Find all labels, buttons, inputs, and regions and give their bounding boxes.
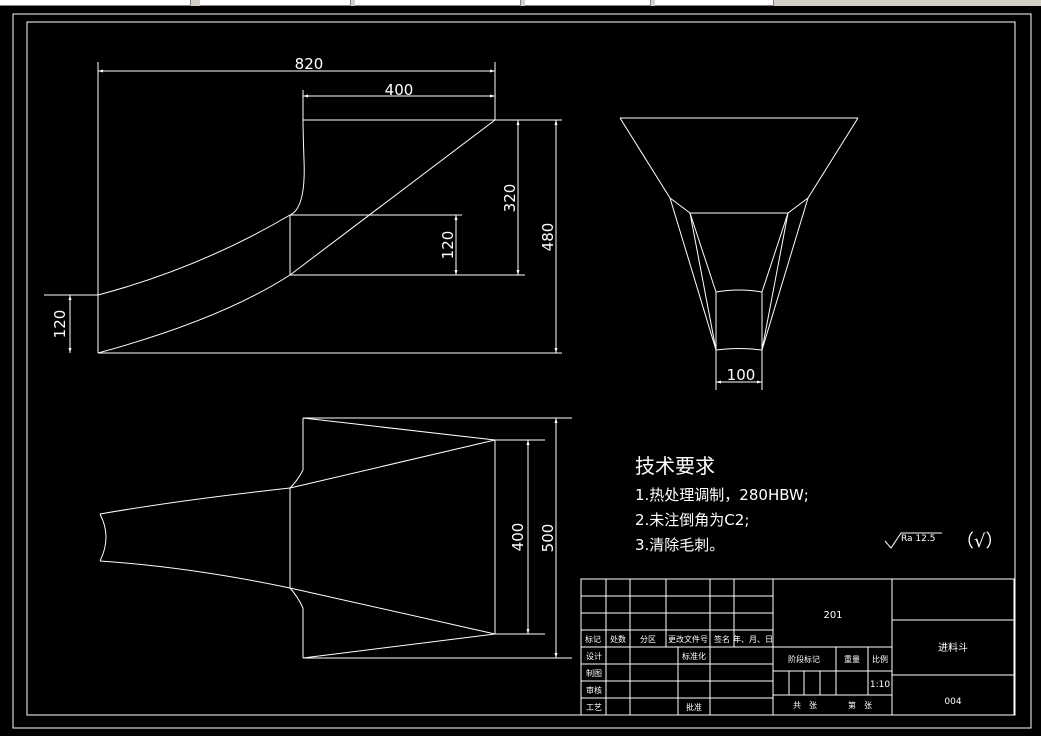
header-cell: 年、月、日 xyxy=(733,634,773,644)
stage-label: 阶段标记 xyxy=(788,654,820,664)
part-name: 进料斗 xyxy=(938,641,968,654)
row-label: 设计 xyxy=(586,651,602,661)
row-label: 审核 xyxy=(586,685,602,695)
drawing-canvas[interactable]: 820 400 320 480 120 120 100 400 500 技术要求… xyxy=(0,6,1041,732)
roughness-other: （√） xyxy=(956,531,1003,552)
dim-120-neck: 120 xyxy=(439,231,457,260)
sheets-total: 共 张 xyxy=(793,701,817,710)
outer-frame xyxy=(12,13,1032,729)
dim-820: 820 xyxy=(295,55,324,73)
dim-400-bottom: 400 xyxy=(509,523,527,552)
part-code: 004 xyxy=(944,697,961,707)
header-cell: 标记 xyxy=(585,634,601,644)
header-cell: 处数 xyxy=(610,634,626,644)
header-cell: 更改文件号 xyxy=(668,634,708,644)
header-cell: 分区 xyxy=(640,635,656,644)
tech-requirements-title: 技术要求 xyxy=(635,454,715,478)
scale-label: 比例 xyxy=(872,654,888,664)
weight-label: 重量 xyxy=(844,654,860,664)
row-label: 工艺 xyxy=(586,703,602,712)
standardization-label: 标准化 xyxy=(682,651,706,661)
roughness-value: Ra 12.5 xyxy=(901,534,935,544)
dim-480: 480 xyxy=(539,223,557,252)
drawing-number: 201 xyxy=(823,610,842,621)
row-label: 制图 xyxy=(586,668,602,678)
tech-requirement-item: 2.未注倒角为C2; xyxy=(635,511,749,529)
sheet-number: 第 张 xyxy=(848,700,872,710)
dim-120-left: 120 xyxy=(51,310,69,339)
front-view xyxy=(97,119,562,354)
front-view-dimension-lines xyxy=(44,62,558,353)
cad-drawing: 820 400 320 480 120 120 100 400 500 技术要求… xyxy=(12,13,1032,729)
dim-500: 500 xyxy=(539,524,557,553)
scale-value: 1:10 xyxy=(870,680,890,690)
dim-320: 320 xyxy=(501,184,519,213)
side-view xyxy=(619,117,859,390)
header-cell: 签名 xyxy=(714,634,730,644)
approve-label: 批准 xyxy=(686,702,702,712)
tech-requirement-item: 3.清除毛刺。 xyxy=(635,536,724,554)
dim-100: 100 xyxy=(727,366,756,384)
top-view xyxy=(99,417,572,659)
inner-frame xyxy=(26,21,1016,716)
dim-400-top: 400 xyxy=(385,81,414,99)
tech-requirement-item: 1.热处理调制，280HBW; xyxy=(635,486,809,504)
